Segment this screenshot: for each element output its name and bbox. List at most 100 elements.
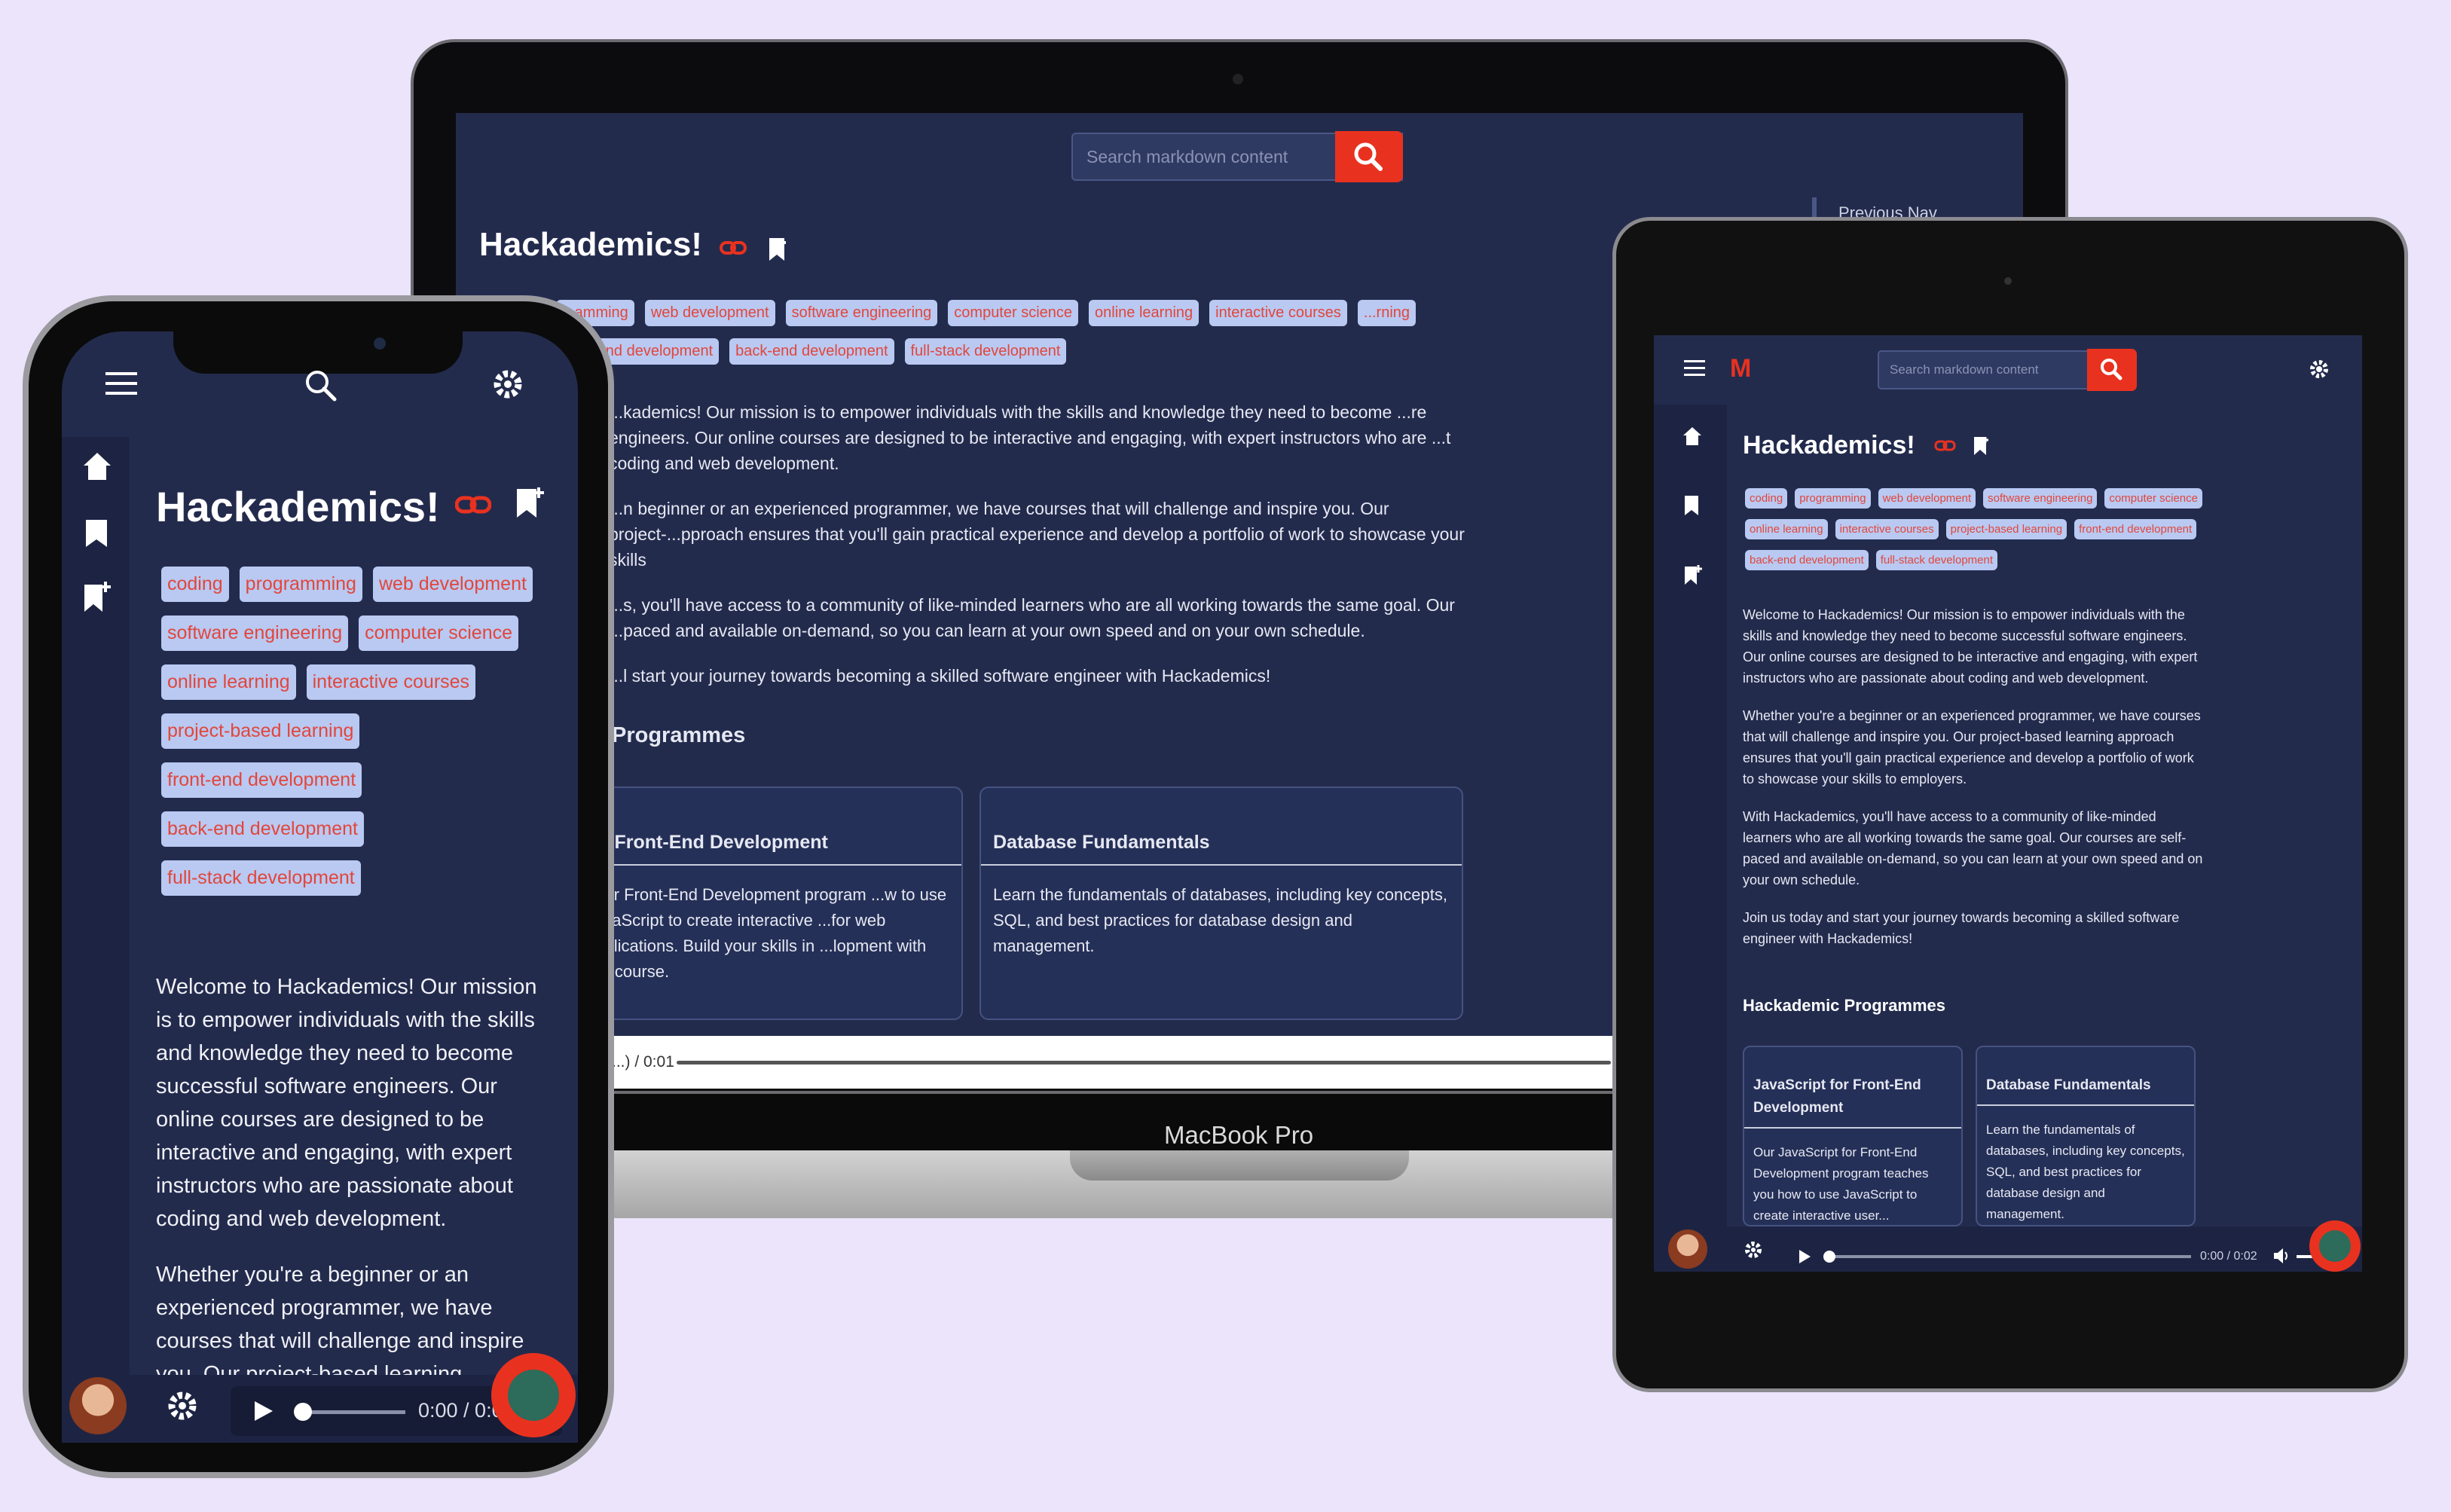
tag-chip[interactable]: computer science: [948, 300, 1079, 326]
bookmark-icon[interactable]: [84, 518, 108, 548]
tag-chip[interactable]: web development: [644, 300, 775, 326]
search-icon: [2101, 359, 2122, 380]
laptop-page-title: Hackademics!: [479, 226, 702, 263]
assistant-button[interactable]: [491, 1353, 576, 1437]
avatar[interactable]: [69, 1377, 127, 1434]
tag-chip[interactable]: back-end development: [1745, 550, 1869, 570]
link-icon[interactable]: [1934, 439, 1957, 453]
bookmark-icon[interactable]: [1973, 435, 1991, 457]
tag-chip[interactable]: interactive courses: [306, 664, 476, 700]
home-icon[interactable]: [1682, 426, 1703, 447]
tablet-programme-card-javascript[interactable]: JavaScript for Front-End Development Our…: [1743, 1046, 1963, 1226]
link-icon[interactable]: [455, 494, 491, 515]
bookmark-add-icon[interactable]: [1683, 564, 1703, 586]
laptop-programme-card-database[interactable]: Database Fundamentals Learn the fundamen…: [979, 787, 1463, 1020]
tag-chip[interactable]: programming: [239, 567, 362, 602]
card-title: ...r Front-End Development: [574, 788, 961, 866]
tag-chip[interactable]: full-stack development: [904, 338, 1067, 365]
tag-chip[interactable]: back-end development: [729, 338, 894, 365]
search-icon[interactable]: [303, 368, 338, 402]
tag-chip[interactable]: software engineering: [161, 615, 349, 651]
laptop-programme-card-frontend[interactable]: ...r Front-End Development ...for Front-…: [573, 787, 963, 1020]
home-icon[interactable]: [81, 451, 113, 482]
tag-chip[interactable]: software engineering: [785, 300, 938, 326]
tag-chip[interactable]: coding: [1745, 488, 1788, 509]
tag-chip[interactable]: coding: [161, 567, 229, 602]
volume-icon[interactable]: [2272, 1248, 2291, 1264]
play-icon[interactable]: [1798, 1249, 1811, 1264]
tablet-programme-card-database[interactable]: Database Fundamentals Learn the fundamen…: [1976, 1046, 2196, 1226]
card-title: JavaScript for Front-End Development: [1744, 1047, 1961, 1129]
tablet-intro-text: Welcome to Hackademics! Our mission is t…: [1743, 604, 2204, 966]
laptop-intro-text: ...kademics! Our mission is to empower i…: [609, 399, 1475, 708]
tablet-audio-time: 0:00 / 0:02: [2200, 1250, 2257, 1263]
paragraph: Welcome to Hackademics! Our mission is t…: [156, 975, 537, 1231]
play-icon[interactable]: [253, 1400, 274, 1422]
tablet-page-title: Hackademics!: [1743, 431, 1915, 460]
phone-audio-progress[interactable]: [300, 1410, 405, 1414]
tablet-tag-list: coding programming web development software…: [1745, 488, 2212, 581]
laptop-audio-progress[interactable]: [677, 1061, 1611, 1065]
tag-chip[interactable]: software engineering: [1983, 488, 2098, 509]
tree-icon: [2319, 1230, 2351, 1262]
paragraph: Whether you're a beginner or an experien…: [156, 1263, 524, 1386]
gear-icon[interactable]: [1742, 1239, 1765, 1261]
tag-chip[interactable]: web development: [372, 567, 533, 602]
tag-chip[interactable]: computer science: [2104, 488, 2202, 509]
tag-chip[interactable]: online learning: [1745, 519, 1828, 539]
menu-icon[interactable]: [1684, 360, 1705, 377]
tablet-sidebar: [1654, 403, 1727, 1232]
gear-icon[interactable]: [2307, 357, 2331, 381]
paragraph: ...s, you'll have access to a community …: [609, 595, 1455, 640]
assistant-button[interactable]: [2309, 1220, 2361, 1272]
tag-chip[interactable]: full-stack development: [1875, 550, 1998, 570]
tablet-audio-progress[interactable]: [1829, 1255, 2191, 1258]
tag-row: online learning interactive courses: [161, 664, 553, 713]
tag-row: back-end development: [161, 811, 553, 860]
tag-chip[interactable]: project-based learning: [161, 713, 360, 749]
laptop-bezel-bottom: [497, 1094, 1643, 1150]
card-title: Database Fundamentals: [1977, 1047, 2194, 1106]
avatar[interactable]: [1668, 1229, 1707, 1269]
gear-icon[interactable]: [164, 1388, 200, 1424]
tag-row: project-based learning: [161, 713, 553, 762]
link-icon[interactable]: [720, 240, 748, 256]
laptop-search-button[interactable]: [1335, 131, 1403, 182]
tag-chip[interactable]: full-stack development: [161, 860, 361, 896]
bookmark-icon[interactable]: [1683, 494, 1700, 517]
paragraph: Whether you're a beginner or an experien…: [1743, 708, 2201, 787]
tag-chip[interactable]: front-end development: [2074, 519, 2197, 539]
tag-chip[interactable]: interactive courses: [1835, 519, 1939, 539]
tag-chip[interactable]: online learning: [1089, 300, 1200, 326]
laptop-hinge-notch: [1070, 1150, 1409, 1181]
tag-chip[interactable]: interactive courses: [1209, 300, 1347, 326]
menu-icon[interactable]: [105, 372, 137, 396]
tag-chip[interactable]: programming: [1795, 488, 1871, 509]
bookmark-add-icon[interactable]: [83, 580, 113, 613]
tablet-logo[interactable]: M: [1730, 354, 1751, 383]
tag-chip[interactable]: computer science: [359, 615, 519, 651]
card-text: Our JavaScript for Front-End Development…: [1753, 1145, 1929, 1223]
laptop-tag-list: ...amming web development software enginee…: [556, 300, 1498, 377]
tablet-search-button[interactable]: [2087, 349, 2137, 391]
paragraph: Join us today and start your journey tow…: [1743, 910, 2180, 946]
tag-chip[interactable]: ...rning: [1357, 300, 1417, 326]
laptop-programmes-heading: Programmes: [612, 723, 746, 747]
tree-icon: [508, 1370, 559, 1421]
phone-audio-time: 0:00 / 0:0: [418, 1399, 503, 1422]
bookmark-icon[interactable]: [515, 486, 546, 521]
tag-chip[interactable]: project-based learning: [1945, 519, 2067, 539]
tag-chip[interactable]: front-end development: [161, 762, 362, 798]
tag-chip[interactable]: web development: [1878, 488, 1976, 509]
card-text: ...for Front-End Development program ...…: [586, 885, 947, 981]
laptop-audio-time: ...) / 0:01: [612, 1053, 674, 1071]
tablet-programmes-heading: Hackademic Programmes: [1743, 996, 1946, 1015]
tablet-search-input[interactable]: Search markdown content: [1878, 350, 2090, 389]
tag-chip[interactable]: back-end development: [161, 811, 364, 847]
audio-scrubber[interactable]: [1823, 1251, 1835, 1263]
bookmark-icon[interactable]: [767, 237, 790, 264]
gear-icon[interactable]: [490, 366, 526, 402]
audio-scrubber[interactable]: [294, 1403, 312, 1421]
tag-chip[interactable]: online learning: [161, 664, 296, 700]
tag-row: front-end development: [161, 762, 553, 811]
